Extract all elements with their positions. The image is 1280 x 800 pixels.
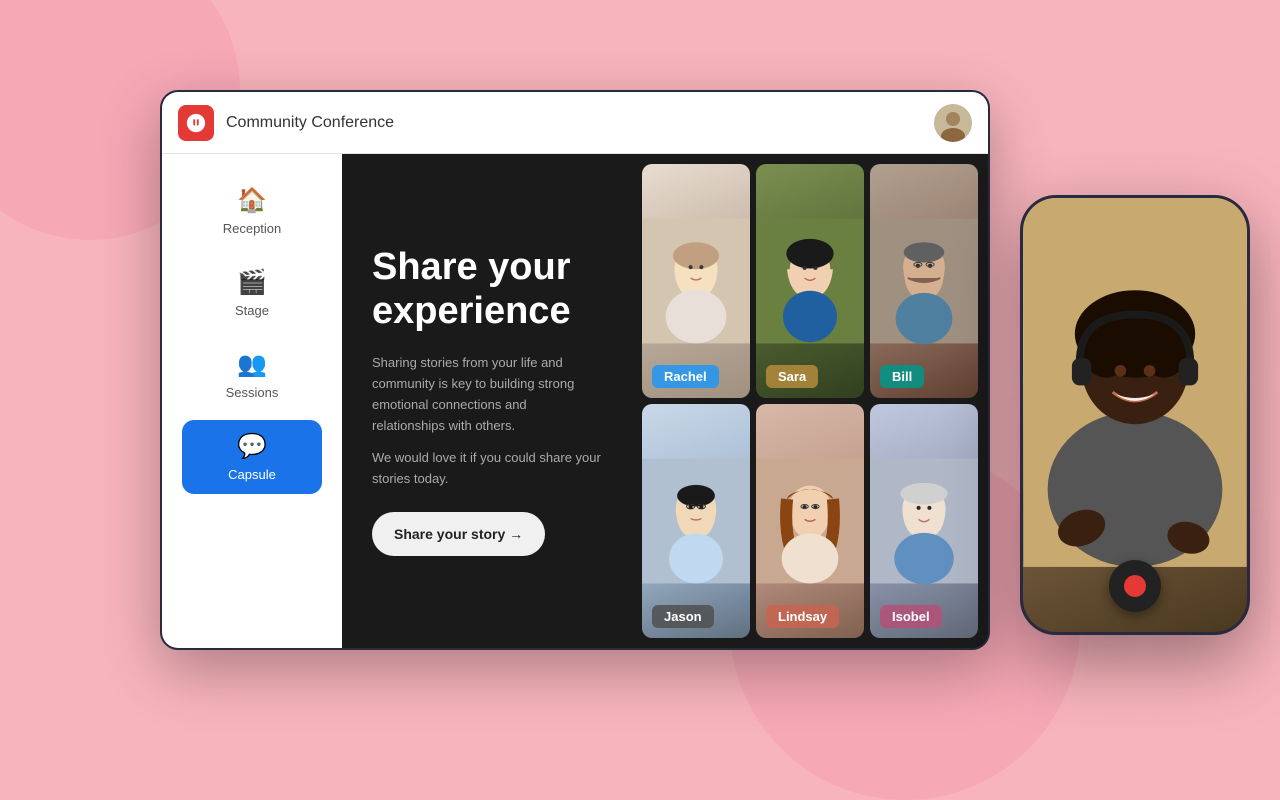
description-1: Sharing stories from your life and commu… bbox=[372, 353, 602, 436]
laptop-frame: Community Conference 🏠 Reception 🎬 Stage… bbox=[160, 90, 990, 650]
app-content: 🏠 Reception 🎬 Stage 👥 Sessions 💬 Capsule… bbox=[162, 154, 988, 648]
name-badge-lindsay: Lindsay bbox=[766, 605, 839, 628]
main-heading: Share your experience bbox=[372, 246, 602, 333]
name-badge-sara: Sara bbox=[766, 365, 818, 388]
video-cell-sara: Sara bbox=[756, 164, 864, 398]
phone-controls bbox=[1023, 560, 1247, 612]
phone-person-avatar bbox=[1023, 198, 1247, 567]
avatar-jason bbox=[642, 404, 750, 638]
name-badge-jason: Jason bbox=[652, 605, 714, 628]
name-badge-isobel: Isobel bbox=[880, 605, 942, 628]
video-grid: Rachel bbox=[632, 154, 988, 648]
avatar-lindsay bbox=[756, 404, 864, 638]
avatar-isobel bbox=[870, 404, 978, 638]
share-story-button[interactable]: Share your story → bbox=[372, 512, 545, 556]
sidebar-item-reception[interactable]: 🏠 Reception bbox=[182, 174, 322, 248]
name-badge-bill: Bill bbox=[880, 365, 924, 388]
sidebar: 🏠 Reception 🎬 Stage 👥 Sessions 💬 Capsule bbox=[162, 154, 342, 648]
user-avatar[interactable] bbox=[934, 104, 972, 142]
sidebar-item-capsule[interactable]: 💬 Capsule bbox=[182, 420, 322, 494]
video-cell-rachel: Rachel bbox=[642, 164, 750, 398]
main-area: Share your experience Sharing stories fr… bbox=[342, 154, 988, 648]
description-2: We would love it if you could share your… bbox=[372, 448, 602, 490]
avatar-sara bbox=[756, 164, 864, 398]
video-cell-jason: Jason bbox=[642, 404, 750, 638]
sidebar-label-stage: Stage bbox=[235, 303, 269, 318]
name-badge-rachel: Rachel bbox=[652, 365, 719, 388]
left-panel: Share your experience Sharing stories fr… bbox=[342, 154, 632, 648]
phone-video-area bbox=[1023, 198, 1247, 632]
capsule-icon: 💬 bbox=[237, 432, 267, 461]
browser-chrome: Community Conference bbox=[162, 92, 988, 154]
sidebar-label-sessions: Sessions bbox=[226, 385, 279, 400]
camera-icon: 🎬 bbox=[237, 268, 267, 297]
video-cell-isobel: Isobel bbox=[870, 404, 978, 638]
sidebar-label-reception: Reception bbox=[223, 221, 282, 236]
home-icon: 🏠 bbox=[237, 186, 267, 215]
browser-title: Community Conference bbox=[226, 114, 922, 132]
record-stop-button[interactable] bbox=[1109, 560, 1161, 612]
app-logo bbox=[178, 105, 214, 141]
avatar-rachel bbox=[642, 164, 750, 398]
sidebar-item-stage[interactable]: 🎬 Stage bbox=[182, 256, 322, 330]
video-cell-bill: Bill bbox=[870, 164, 978, 398]
video-cell-lindsay: Lindsay bbox=[756, 404, 864, 638]
people-icon: 👥 bbox=[237, 350, 267, 379]
sidebar-item-sessions[interactable]: 👥 Sessions bbox=[182, 338, 322, 412]
sidebar-label-capsule: Capsule bbox=[228, 467, 276, 482]
record-dot-icon bbox=[1124, 575, 1146, 597]
avatar-bill bbox=[870, 164, 978, 398]
phone-frame bbox=[1020, 195, 1250, 635]
